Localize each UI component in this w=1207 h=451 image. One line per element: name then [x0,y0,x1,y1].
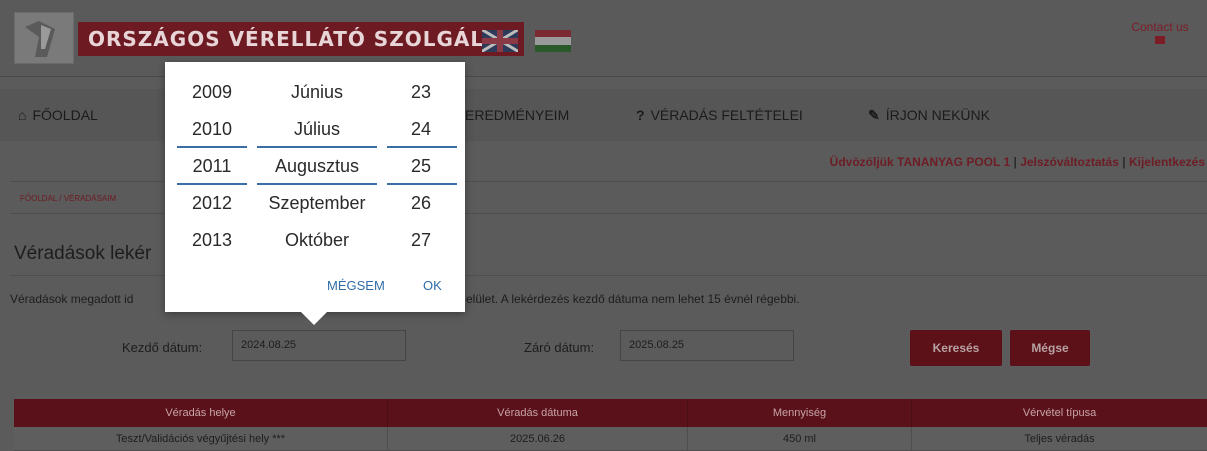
home-icon: ⌂ [18,107,27,123]
nav-item-write-us[interactable]: ✎ ÍRJON NEKÜNK [868,89,990,141]
date-picker: 2009 2010 2011 2012 2013 Június Július A… [165,62,465,312]
start-date-label: Kezdő dátum: [122,340,203,355]
table-row[interactable]: Teszt/Validációs végyűjtési hely *** 202… [14,427,1207,451]
year-option[interactable]: 2012 [179,185,245,222]
separator: | [1122,155,1126,169]
english-flag-icon[interactable] [482,30,518,52]
welcome-bar: Üdvözöljük TANANYAG POOL 1 | Jelszóválto… [830,155,1205,169]
description-left: Véradások megadott id [10,292,134,306]
day-option[interactable]: 26 [387,185,455,222]
start-date-input[interactable]: 2024.08.25 [232,330,406,361]
year-option-selected[interactable]: 2011 [179,148,245,185]
logout-link[interactable]: Kijelentkezés [1129,155,1205,169]
year-option[interactable]: 2009 [179,74,245,111]
column-header[interactable]: Véradás helye [14,399,388,427]
year-column[interactable]: 2009 2010 2011 2012 2013 [179,74,245,259]
separator: | [1013,155,1017,169]
breadcrumb[interactable]: FŐOLDAL / VÉRADÁSAIM [20,194,116,203]
page-title: Véradások lekér [14,243,152,264]
month-option[interactable]: Június [255,74,379,111]
day-option[interactable]: 27 [387,222,455,259]
welcome-text: Üdvözöljük TANANYAG POOL 1 [829,155,1011,169]
day-selection-line [387,146,457,148]
nav-item-label: EREDMÉNYEIM [465,107,570,123]
day-column[interactable]: 23 24 25 26 27 [387,74,455,259]
year-selection-line [177,146,247,148]
logo-icon[interactable] [14,12,74,64]
nav-item-home[interactable]: ⌂ FŐOLDAL [18,89,98,141]
table-cell: 2025.06.26 [388,427,688,451]
table-header: Véradás helye Véradás dátuma Mennyiség V… [14,399,1207,427]
nav-item-results[interactable]: EREDMÉNYEIM [465,89,569,141]
picker-cancel-button[interactable]: MÉGSEM [327,278,385,293]
description-right: elület. A lekérdezés kezdő dátuma nem le… [466,292,800,306]
search-button[interactable]: Keresés [910,330,1002,366]
month-selection-line [257,146,377,148]
picker-ok-button[interactable]: OK [423,278,442,293]
table-cell: 450 ml [688,427,912,451]
question-icon: ? [636,107,645,123]
table-cell: Teszt/Validációs végyűjtési hely *** [14,427,388,451]
nav-item-label: ÍRJON NEKÜNK [885,107,990,123]
year-option[interactable]: 2013 [179,222,245,259]
nav-item-conditions[interactable]: ? VÉRADÁS FELTÉTELEI [636,89,803,141]
day-option[interactable]: 24 [387,111,455,148]
month-option-selected[interactable]: Augusztus [255,148,379,185]
month-option[interactable]: Szeptember [255,185,379,222]
change-password-link[interactable]: Jelszóváltoztatás [1020,155,1119,169]
hungarian-flag-icon[interactable] [535,30,571,52]
nav-item-label: VÉRADÁS FELTÉTELEI [650,107,803,123]
cancel-button[interactable]: Mégse [1010,330,1090,366]
picker-pointer [300,311,328,325]
year-selection-line [177,183,247,185]
column-header[interactable]: Véradás dátuma [388,399,688,427]
day-selection-line [387,183,457,185]
table-cell: Teljes véradás [1024,433,1095,445]
contact-label: Contact us [1131,20,1189,34]
month-option[interactable]: Október [255,222,379,259]
column-header[interactable]: Mennyiség [688,399,912,427]
contact-link[interactable]: Contact us [1120,20,1200,44]
day-option-selected[interactable]: 25 [387,148,455,185]
pencil-icon: ✎ [868,107,880,123]
month-selection-line [257,183,377,185]
logo-text[interactable]: ORSZÁGOS VÉRELLÁTÓ SZOLGÁLAT [78,22,524,56]
year-option[interactable]: 2010 [179,111,245,148]
end-date-label: Záró dátum: [524,340,595,355]
envelope-icon [1155,36,1165,44]
day-option[interactable]: 23 [387,74,455,111]
month-option[interactable]: Július [255,111,379,148]
end-date-input[interactable]: 2025.08.25 [620,330,794,361]
nav-item-label: FŐOLDAL [32,107,98,123]
column-header[interactable]: Vérvétel típusa [912,399,1207,427]
month-column[interactable]: Június Július Augusztus Szeptember Októb… [255,74,379,259]
